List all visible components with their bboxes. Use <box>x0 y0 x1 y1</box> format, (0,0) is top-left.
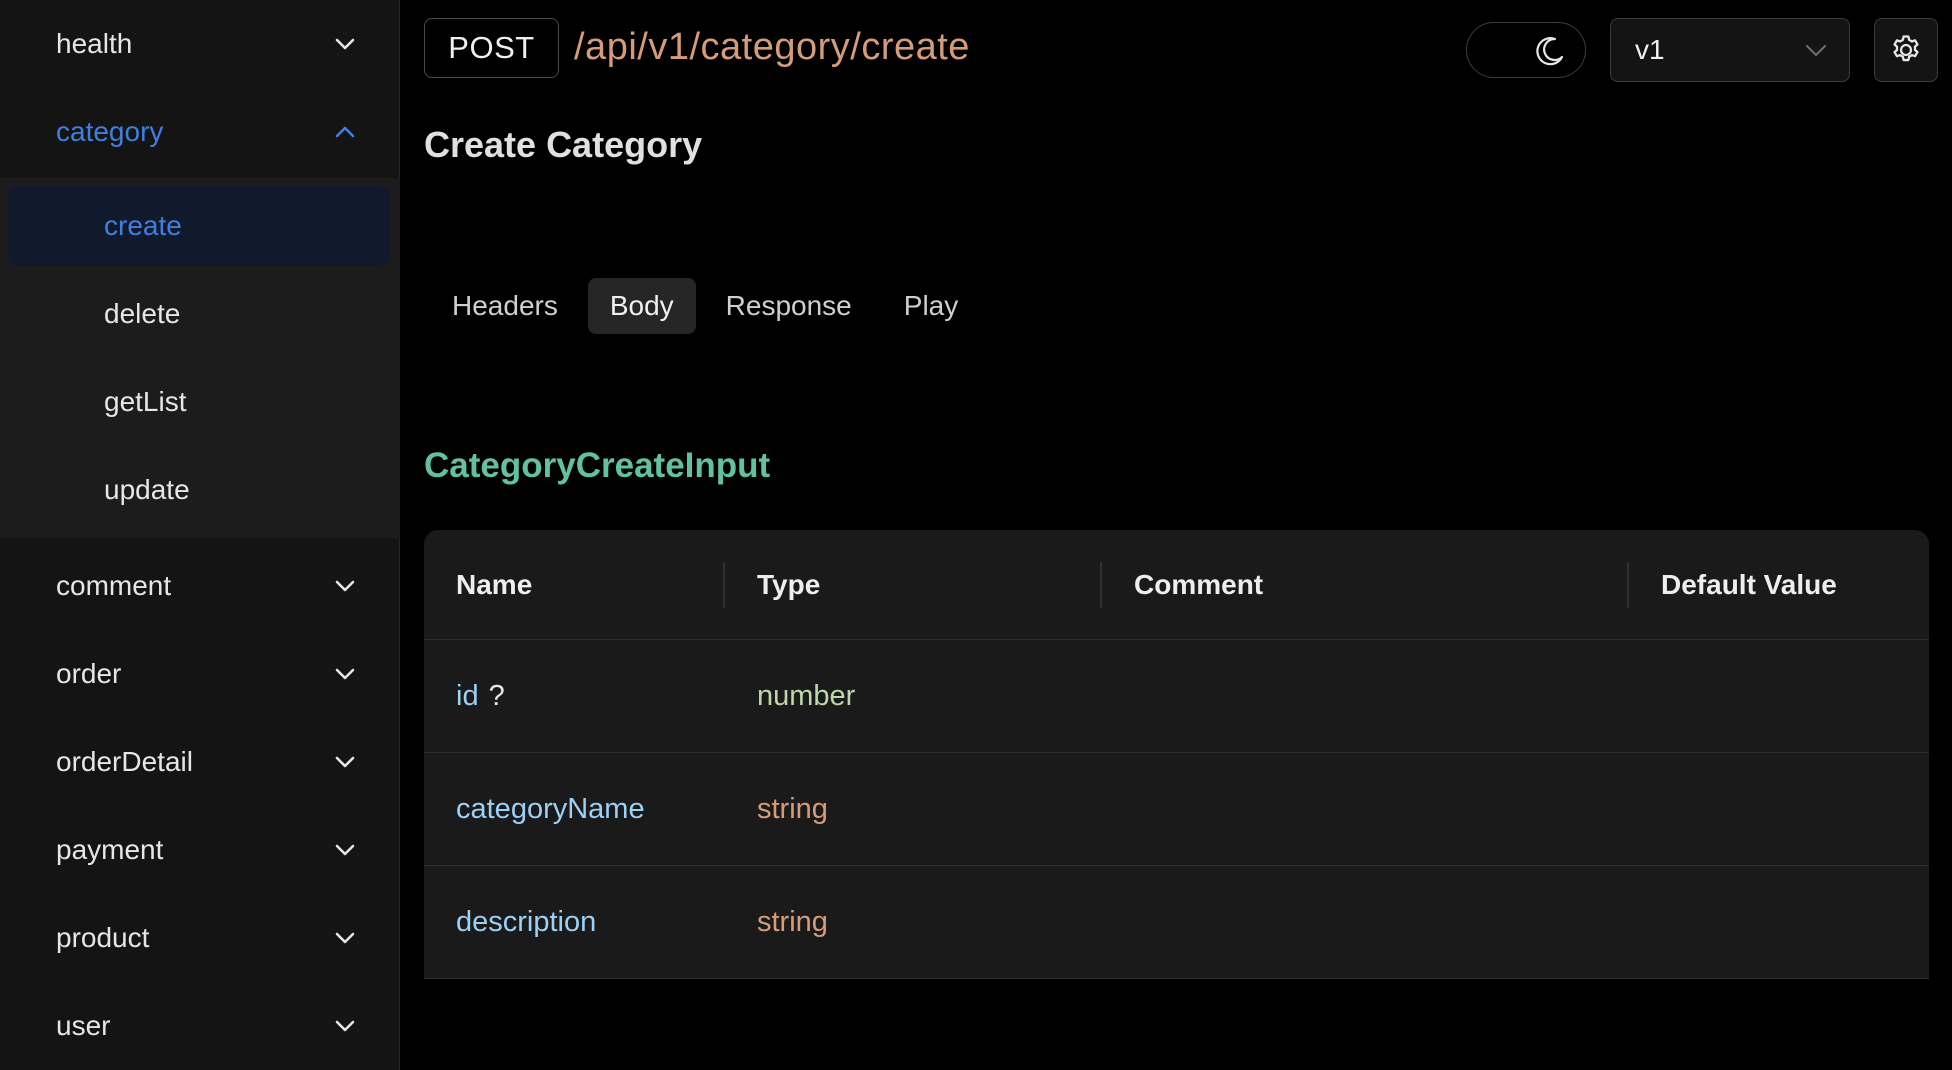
tab-body[interactable]: Body <box>587 278 696 334</box>
gear-icon <box>1893 35 1919 62</box>
sidebar-group-label: product <box>56 922 150 953</box>
field-type: number <box>757 680 856 712</box>
field-name-cell: categoryName <box>456 753 645 866</box>
column-divider[interactable] <box>723 562 725 608</box>
sidebar-group-label: user <box>56 1010 111 1041</box>
category-submenu: create delete getList update <box>0 178 400 538</box>
tab-response[interactable]: Response <box>704 278 874 334</box>
sidebar-group-orderdetail[interactable]: orderDetail <box>0 718 400 806</box>
version-select[interactable]: v1 <box>1610 18 1850 82</box>
sidebar-group-label: order <box>56 658 122 689</box>
chevron-down-icon <box>335 668 355 680</box>
tab-headers[interactable]: Headers <box>430 278 580 334</box>
page-title: Create Category <box>424 124 703 165</box>
moon-icon <box>1536 37 1564 66</box>
sidebar-group-payment[interactable]: payment <box>0 806 400 894</box>
schema-title: CategoryCreateInput <box>424 446 771 485</box>
sidebar-item-update[interactable]: update <box>8 450 390 530</box>
endpoint-path: /api/v1/category/create <box>574 25 970 68</box>
tab-bar: Headers Body Response Play <box>430 278 980 334</box>
sidebar-group-label: health <box>56 28 133 59</box>
sidebar-group-user[interactable]: user <box>0 982 400 1070</box>
table-row: description string <box>424 866 1929 979</box>
sidebar-item-create[interactable]: create <box>8 186 390 266</box>
app-window: health category create delete getList up… <box>0 0 1952 1070</box>
table-row: categoryName string <box>424 753 1929 866</box>
sidebar-group-label: payment <box>56 834 164 865</box>
schema-table: Name Type Comment Default Value id ? num… <box>424 530 1929 979</box>
tab-play[interactable]: Play <box>882 278 980 334</box>
field-name-cell: id ? <box>456 640 505 753</box>
sidebar-group-label: orderDetail <box>56 746 193 777</box>
sidebar-group-label: comment <box>56 570 172 601</box>
version-select-value: v1 <box>1635 34 1665 65</box>
chevron-down-icon <box>335 844 355 856</box>
column-header-type: Type <box>757 569 821 600</box>
field-name: description <box>456 906 597 938</box>
http-method-badge: POST <box>424 18 559 78</box>
column-divider[interactable] <box>1627 562 1629 608</box>
sidebar-item-getlist[interactable]: getList <box>8 362 390 442</box>
table-row: id ? number <box>424 640 1929 753</box>
optional-mark: ? <box>488 680 505 712</box>
settings-button[interactable] <box>1874 18 1938 82</box>
field-name: categoryName <box>456 793 645 825</box>
sidebar-group-order[interactable]: order <box>0 630 400 718</box>
sidebar-group-comment[interactable]: comment <box>0 542 400 630</box>
table-header: Name Type Comment Default Value <box>424 530 1929 640</box>
sidebar-group-product[interactable]: product <box>0 894 400 982</box>
chevron-down-icon <box>1806 45 1826 56</box>
chevron-down-icon <box>335 932 355 944</box>
chevron-down-icon <box>335 38 355 50</box>
sidebar-group-category[interactable]: category <box>0 88 400 176</box>
chevron-down-icon <box>335 1020 355 1032</box>
chevron-down-icon <box>335 756 355 768</box>
field-name: id <box>456 680 479 712</box>
theme-toggle[interactable] <box>1466 22 1586 78</box>
sidebar-group-label: category <box>56 116 164 147</box>
column-header-comment: Comment <box>1134 569 1264 600</box>
chevron-down-icon <box>335 580 355 592</box>
sidebar: health category create delete getList up… <box>0 0 400 1070</box>
field-type: string <box>757 793 828 825</box>
column-header-default: Default Value <box>1661 569 1837 600</box>
field-name-cell: description <box>456 866 596 979</box>
sidebar-item-delete[interactable]: delete <box>8 274 390 354</box>
column-header-name: Name <box>456 569 533 600</box>
sidebar-group-health[interactable]: health <box>0 0 400 88</box>
column-divider[interactable] <box>1100 562 1102 608</box>
field-type: string <box>757 906 828 938</box>
chevron-up-icon <box>335 126 355 138</box>
